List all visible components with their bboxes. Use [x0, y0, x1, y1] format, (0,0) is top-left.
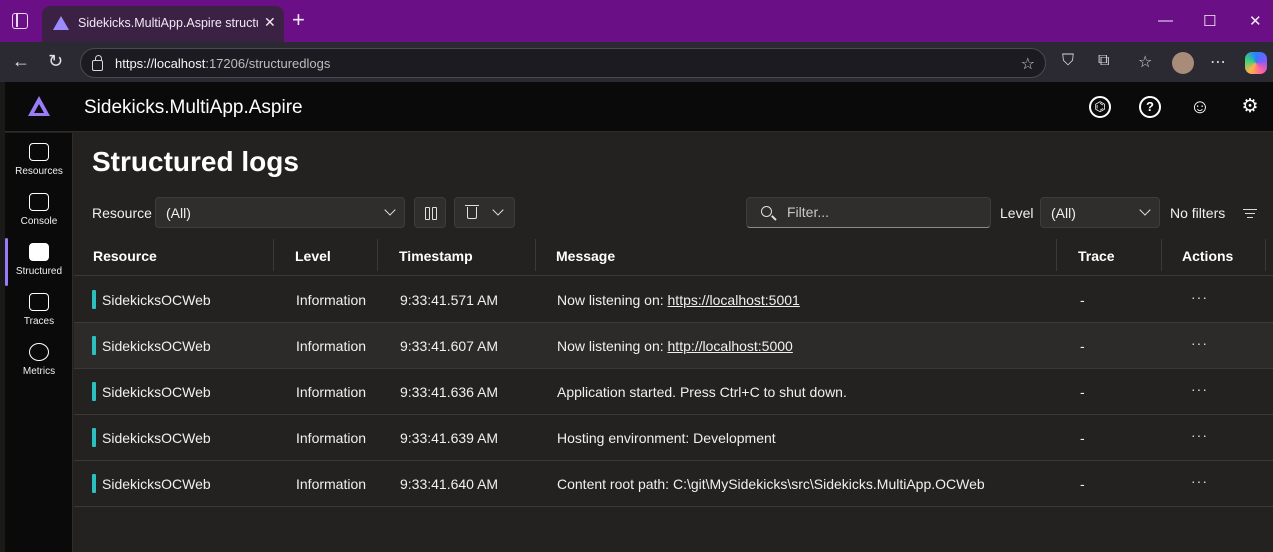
more-actions-icon[interactable]: ···	[1191, 289, 1208, 305]
message-link[interactable]: https://localhost:5001	[668, 292, 800, 308]
help-icon[interactable]: ?	[1139, 96, 1161, 118]
settings-gear-icon[interactable]: ⚙	[1239, 96, 1261, 118]
log-message: Now listening on: https://localhost:5001	[557, 292, 800, 308]
profile-avatar[interactable]	[1172, 52, 1194, 74]
url-text: https://localhost:17206/structuredlogs	[115, 56, 331, 71]
new-tab-button[interactable]: +	[292, 9, 305, 31]
resource-color-bar	[92, 382, 96, 401]
column-header-trace[interactable]: Trace	[1078, 248, 1115, 264]
level-label: Level	[1000, 205, 1034, 221]
filter-search-box[interactable]	[746, 197, 991, 228]
no-filters-text: No filters	[1170, 205, 1226, 221]
side-navigation: Resources Console Structured Traces Metr…	[5, 133, 73, 552]
close-tab-icon[interactable]: ✕	[264, 14, 276, 31]
filter-icon[interactable]	[1243, 209, 1257, 219]
table-row[interactable]: SidekicksOCWeb Information 9:33:41.640 A…	[74, 461, 1273, 507]
structured-logs-icon	[29, 243, 49, 261]
filter-input[interactable]	[787, 204, 977, 220]
resource-color-bar	[92, 474, 96, 493]
tab-title: Sidekicks.MultiApp.Aspire structured	[78, 16, 258, 30]
close-window-icon[interactable]: ✕	[1249, 12, 1262, 30]
pause-icon	[425, 207, 437, 220]
column-header-message[interactable]: Message	[556, 248, 615, 264]
column-header-timestamp[interactable]: Timestamp	[399, 248, 473, 264]
more-actions-icon[interactable]: ···	[1191, 381, 1208, 397]
page-title: Structured logs	[92, 146, 299, 177]
message-link[interactable]: http://localhost:5000	[668, 338, 793, 354]
log-message: Application started. Press Ctrl+C to shu…	[557, 384, 847, 400]
table-row[interactable]: SidekicksOCWeb Information 9:33:41.639 A…	[74, 415, 1273, 461]
address-bar[interactable]: https://localhost:17206/structuredlogs ☆	[80, 48, 1046, 78]
nav-structured[interactable]: Structured	[5, 238, 73, 288]
trash-icon	[465, 205, 479, 219]
main-content: Structured logs Resource (All) Level (Al…	[74, 133, 1273, 552]
more-actions-icon[interactable]: ···	[1191, 335, 1208, 351]
more-menu-icon[interactable]: ⋯	[1210, 52, 1226, 72]
github-icon[interactable]: ⌬	[1089, 96, 1111, 118]
chevron-down-icon	[1139, 204, 1151, 216]
column-header-level[interactable]: Level	[295, 248, 331, 264]
clear-logs-button[interactable]	[454, 197, 515, 228]
tab-actions-icon[interactable]	[12, 13, 28, 29]
lock-icon	[92, 55, 103, 71]
maximize-icon[interactable]: ☐	[1203, 12, 1216, 30]
favorite-star-icon[interactable]: ☆	[1021, 54, 1035, 74]
log-message: Hosting environment: Development	[557, 430, 776, 446]
favorites-icon[interactable]: ☆	[1138, 52, 1152, 72]
console-icon	[29, 193, 49, 211]
resource-color-bar	[92, 428, 96, 447]
browser-toolbar: ← ↻ https://localhost:17206/structuredlo…	[0, 42, 1273, 82]
extensions-icon[interactable]: ⧉	[1098, 52, 1109, 70]
log-message: Now listening on: http://localhost:5000	[557, 338, 793, 354]
copilot-chat-icon[interactable]: ☺	[1189, 96, 1211, 118]
table-header: Resource Level Timestamp Message Trace A…	[74, 236, 1273, 276]
chevron-down-icon	[492, 204, 504, 216]
log-message: Content root path: C:\git\MySidekicks\sr…	[557, 476, 985, 492]
level-select[interactable]: (All)	[1040, 197, 1160, 228]
nav-metrics[interactable]: Metrics	[5, 338, 73, 388]
resource-color-bar	[92, 336, 96, 355]
app-title: Sidekicks.MultiApp.Aspire	[84, 97, 303, 118]
resource-color-bar	[92, 290, 96, 309]
traces-icon	[29, 293, 49, 311]
column-header-resource[interactable]: Resource	[93, 248, 157, 264]
metrics-icon	[29, 343, 49, 361]
nav-resources[interactable]: Resources	[5, 138, 73, 188]
table-row[interactable]: SidekicksOCWeb Information 9:33:41.636 A…	[74, 369, 1273, 415]
resource-select[interactable]: (All)	[155, 197, 405, 228]
nav-console[interactable]: Console	[5, 188, 73, 238]
aspire-logo-icon[interactable]	[28, 96, 50, 116]
back-arrow-icon[interactable]: ←	[12, 51, 30, 72]
table-row[interactable]: SidekicksOCWeb Information 9:33:41.607 A…	[74, 323, 1273, 369]
more-actions-icon[interactable]: ···	[1191, 427, 1208, 443]
search-icon	[761, 206, 772, 217]
aspire-favicon-icon	[53, 16, 69, 30]
pause-button[interactable]	[414, 197, 446, 228]
table-row[interactable]: SidekicksOCWeb Information 9:33:41.571 A…	[74, 277, 1273, 323]
more-actions-icon[interactable]: ···	[1191, 473, 1208, 489]
refresh-icon[interactable]: ↻	[48, 51, 63, 72]
bitwarden-extension-icon[interactable]: ⛉	[1062, 52, 1074, 70]
minimize-icon[interactable]: —	[1158, 12, 1173, 29]
browser-tab-bar: Sidekicks.MultiApp.Aspire structured ✕ +…	[0, 0, 1273, 42]
chevron-down-icon	[384, 204, 396, 216]
column-header-actions: Actions	[1182, 248, 1234, 264]
aspire-dashboard: Sidekicks.MultiApp.Aspire ⌬ ? ☺ ⚙ Resour…	[5, 82, 1273, 552]
resources-icon	[29, 143, 49, 161]
nav-traces[interactable]: Traces	[5, 288, 73, 338]
copilot-icon[interactable]	[1245, 52, 1267, 74]
resource-label: Resource	[92, 205, 152, 221]
browser-tab[interactable]: Sidekicks.MultiApp.Aspire structured ✕	[42, 6, 284, 42]
app-header: Sidekicks.MultiApp.Aspire ⌬ ? ☺ ⚙	[5, 82, 1273, 132]
